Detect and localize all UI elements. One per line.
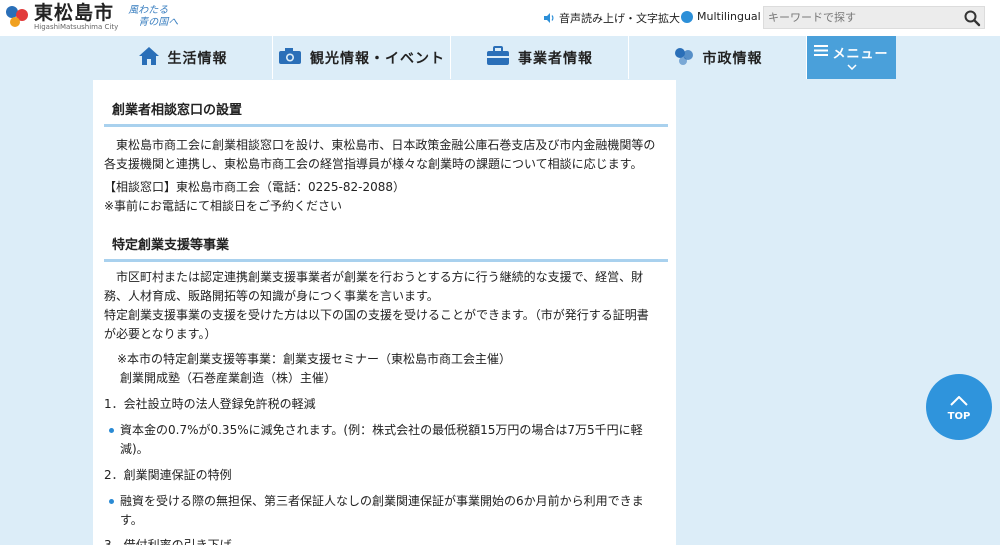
bullet-line: 融資を受ける際の無担保、第三者保証人なしの創業関連保証が事業開始の6か月前から利… [120,494,644,508]
chat-bubble-icon [681,10,693,23]
back-to-top-button[interactable]: TOP [926,374,992,440]
speech-zoom-link[interactable]: 音声読み上げ・文字拡大 [543,10,680,26]
nav-tourism-events-label: 観光情報・イベント [310,50,445,67]
nav-city-admin[interactable]: 市政情報 [629,36,807,79]
slogan-line-2: 青の国へ [138,17,179,28]
menu-label: メニュー [832,46,889,62]
section-heading-specific-support: 特定創業支援等事業 [104,234,668,262]
site-logo[interactable]: 東松島市 HigashiMatsushima City 風わたる 青の国へ [4,3,178,31]
nav-city-admin-label: 市政情報 [702,50,763,67]
local-program-line: ※本市の特定創業支援等事業：創業支援セミナー（東松島市商工会主催） [117,352,512,366]
nav-tourism-events[interactable]: 観光情報・イベント [273,36,451,79]
item-1-title: 1．会社設立時の法人登録免許税の軽減 [104,397,316,411]
chevron-up-icon [950,393,968,409]
site-header: 東松島市 HigashiMatsushima City 風わたる 青の国へ 音声… [0,0,1000,36]
paragraph-line: 市区町村または認定連携創業支援事業者が創業を行おうとする方に行う継続的な支援で、… [116,270,644,284]
search-input[interactable] [764,7,959,28]
item-2-bullet: 融資を受ける際の無担保、第三者保証人なしの創業関連保証が事業開始の6か月前から利… [104,492,668,530]
consultation-contact: 【相談窓口】東松島市商工会（電話：0225-82-2088） [104,180,406,194]
multilingual-label: Multilingual [697,10,761,23]
city-slogan: 風わたる 青の国へ [128,5,178,29]
multilingual-link[interactable]: Multilingual [681,10,761,23]
section-heading-consultation: 創業者相談窓口の設置 [104,99,668,127]
city-name: 東松島市 [34,2,115,24]
item-3-title: 3．借付利率の引き下げ [104,538,232,545]
menu-button[interactable]: メニュー [807,36,896,79]
hamburger-icon [814,44,829,60]
top-label: TOP [947,410,971,422]
global-nav: 生活情報 観光情報・イベント 事業者情報 市政情報 メニュー [93,36,896,79]
nav-living-info-label: 生活情報 [167,50,228,67]
paragraph-line: 東松島市商工会に創業相談窓口を設け、東松島市、日本政策金融公庫石巻支店及び市内金… [116,138,656,152]
city-mark-icon [673,46,695,70]
nav-living-info[interactable]: 生活情報 [93,36,273,79]
bullet-line: 資本金の0.7%が0.35%に減免されます。(例：株式会社の最低税額15万円の場… [120,423,643,437]
paragraph-line: 各支援機関と連携し、東松島市商工会の経営指導員が様々な創業時の課題について相談に… [104,157,643,171]
specific-support-paragraph: 市区町村または認定連携創業支援事業者が創業を行おうとする方に行う継続的な支援で、… [104,268,668,306]
specific-support-benefit-paragraph: 特定創業支援事業の支援を受けた方は以下の国の支援を受けることができます。（市が発… [104,306,668,344]
item-1-bullet: 資本金の0.7%が0.35%に減免されます。(例：株式会社の最低税額15万円の場… [104,421,668,459]
search-icon[interactable] [963,9,981,27]
item-2-title: 2．創業関連保証の特例 [104,468,232,482]
main-content: 創業者相談窓口の設置 東松島市商工会に創業相談窓口を設け、東松島市、日本政策金融… [93,80,676,545]
city-mark-icon [4,3,30,29]
paragraph-line: が必要となります。） [104,327,217,341]
search-box [763,6,985,29]
bullet-line: 減)。 [120,442,149,456]
nav-business-info[interactable]: 事業者情報 [451,36,629,79]
local-program-line: 創業開成塾（石巻産業創造（株）主催） [120,371,337,385]
chevron-down-icon [846,63,857,73]
house-icon [138,46,160,70]
nav-business-info-label: 事業者情報 [518,50,593,67]
paragraph-line: 特定創業支援事業の支援を受けた方は以下の国の支援を受けることができます。（市が発… [104,308,649,322]
bullet-line: す。 [120,513,143,527]
consultation-note: ※事前にお電話にて相談日をご予約ください [104,199,343,213]
consultation-paragraph: 東松島市商工会に創業相談窓口を設け、東松島市、日本政策金融公庫石巻支店及び市内金… [104,136,668,174]
paragraph-line: 務、人材育成、販路開拓等の知識が身につく事業を言います。 [104,289,439,303]
camera-icon [278,47,302,69]
city-romaji: HigashiMatsushima City [34,23,119,31]
slogan-line-1: 風わたる [128,5,169,16]
speaker-icon [543,12,555,24]
briefcase-icon [486,45,510,70]
local-programs: ※本市の特定創業支援等事業：創業支援セミナー（東松島市商工会主催） 創業開成塾（… [104,350,668,388]
speech-zoom-label: 音声読み上げ・文字拡大 [559,12,680,25]
